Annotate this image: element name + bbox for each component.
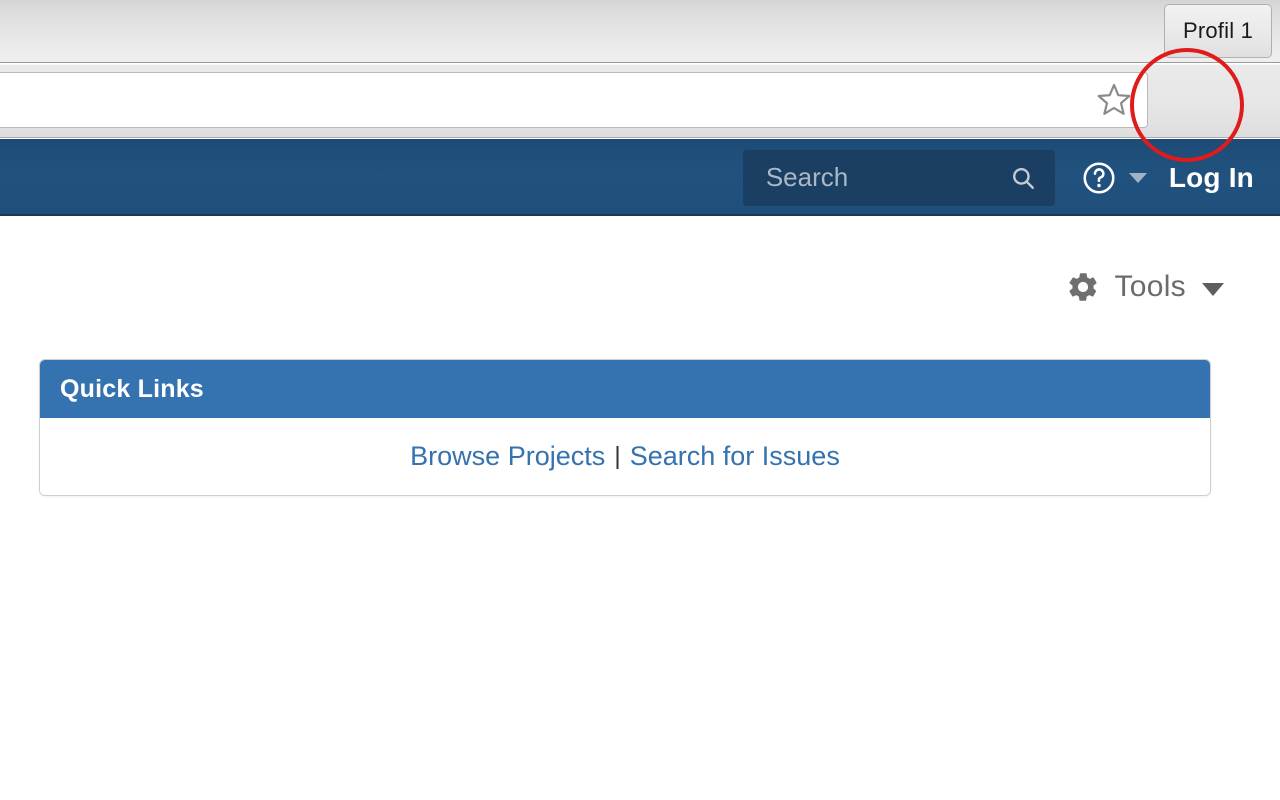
question-mark-circle-icon[interactable] bbox=[1081, 160, 1117, 196]
chevron-down-icon[interactable] bbox=[1202, 282, 1224, 296]
tools-dropdown[interactable]: Tools bbox=[1066, 270, 1224, 304]
browser-profile-label: Profil 1 bbox=[1182, 18, 1254, 43]
login-link[interactable]: Log In bbox=[1169, 162, 1254, 194]
quick-links-separator: | bbox=[614, 442, 621, 470]
browser-tab-strip: Profil 1 bbox=[0, 0, 1280, 63]
quick-links-header: Quick Links bbox=[40, 360, 1210, 418]
page-content: Tools Quick Links Browse Projects | Sear… bbox=[0, 218, 1280, 800]
help-menu[interactable] bbox=[1081, 160, 1147, 196]
browse-projects-link[interactable]: Browse Projects bbox=[410, 441, 605, 472]
gear-icon bbox=[1066, 270, 1100, 304]
search-icon[interactable] bbox=[1010, 165, 1036, 191]
browser-nav-bar bbox=[0, 64, 1280, 181]
browser-profile-button[interactable]: Profil 1 bbox=[1164, 4, 1272, 58]
quick-links-list: Browse Projects | Search for Issues bbox=[410, 441, 840, 472]
search-for-issues-link[interactable]: Search for Issues bbox=[630, 441, 840, 472]
quick-links-title: Quick Links bbox=[60, 374, 204, 403]
quick-links-body: Browse Projects | Search for Issues bbox=[40, 418, 1210, 495]
jira-header-right-group: Log In bbox=[742, 139, 1280, 216]
tools-label: Tools bbox=[1114, 270, 1186, 303]
chevron-down-icon[interactable] bbox=[1128, 172, 1147, 183]
search-box[interactable] bbox=[742, 149, 1055, 206]
star-icon[interactable] bbox=[1094, 80, 1134, 120]
url-bar[interactable] bbox=[0, 72, 1148, 128]
quick-links-panel: Quick Links Browse Projects | Search for… bbox=[39, 359, 1211, 496]
jira-top-header: Log In bbox=[0, 139, 1280, 216]
search-input[interactable] bbox=[742, 149, 993, 206]
screenshot-root: Profil 1 Search Log In Tools Quick Links… bbox=[0, 0, 1280, 800]
